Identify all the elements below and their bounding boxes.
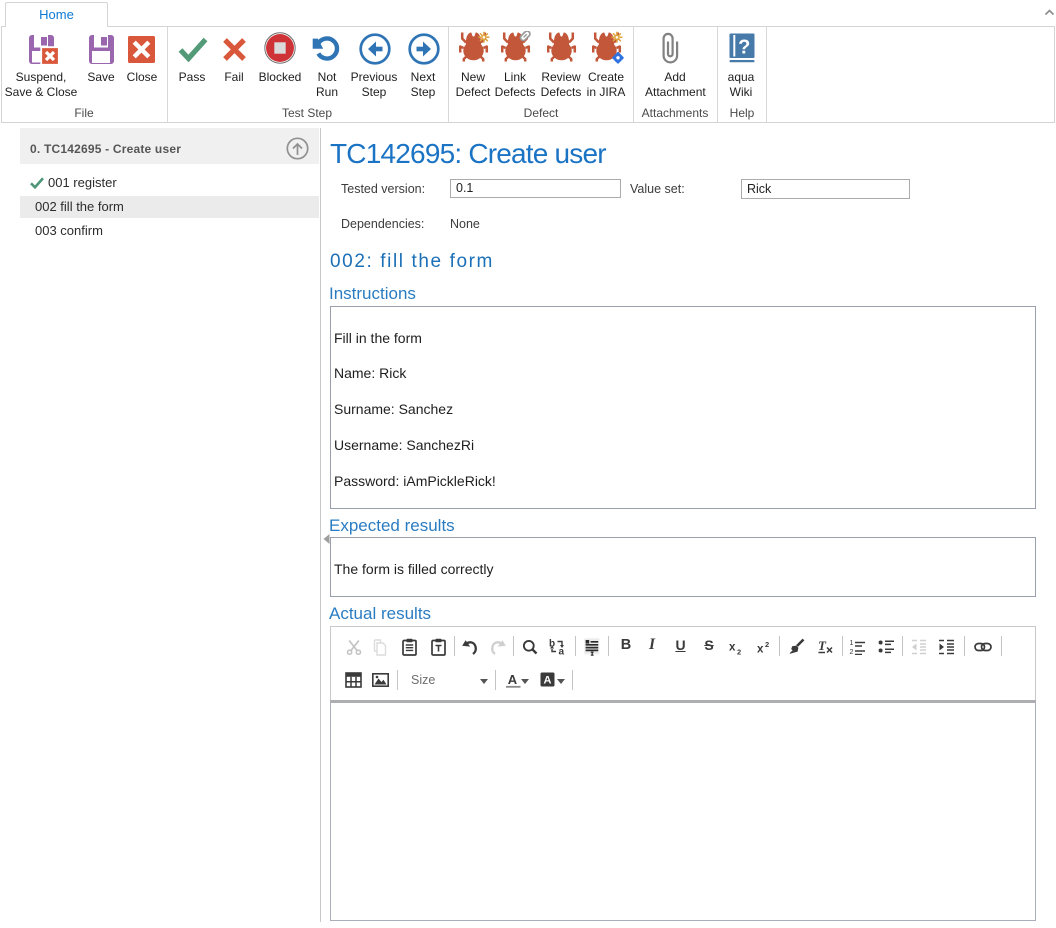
svg-text:T: T	[818, 638, 827, 653]
svg-text:x: x	[729, 642, 736, 654]
svg-text:2: 2	[765, 640, 769, 649]
svg-text:a: a	[559, 647, 565, 657]
svg-text:?: ?	[738, 37, 750, 59]
svg-text:A: A	[508, 672, 518, 687]
svg-text:A: A	[544, 675, 552, 687]
svg-text:x: x	[757, 644, 764, 656]
svg-text:2: 2	[737, 648, 741, 656]
svg-text:2: 2	[850, 649, 854, 655]
svg-text:1: 1	[850, 640, 854, 647]
